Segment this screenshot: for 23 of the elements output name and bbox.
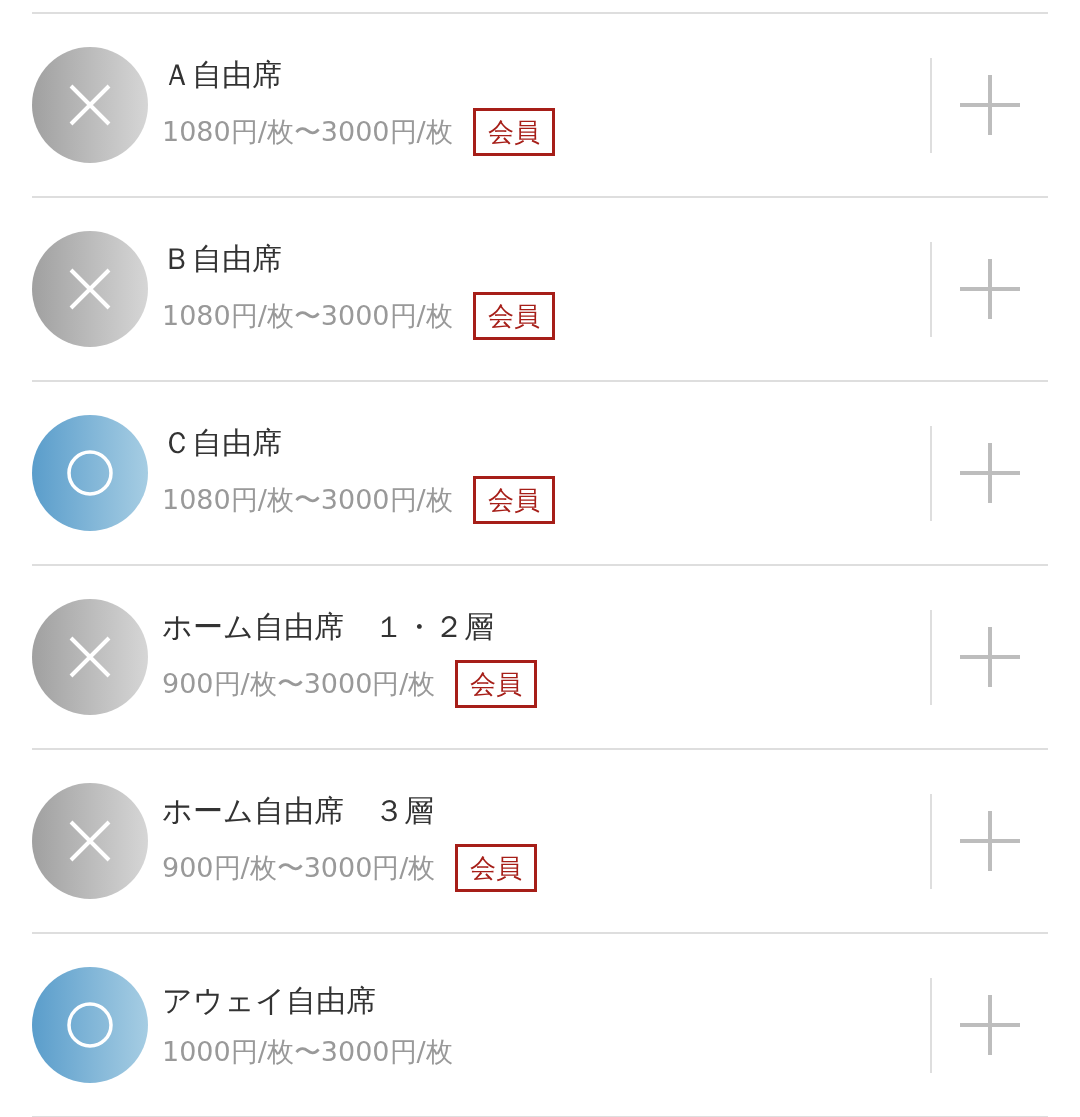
seat-title: Ａ自由席 [162,55,283,94]
member-badge: 会員 [472,291,555,340]
member-badge: 会員 [455,659,538,708]
member-badge: 会員 [472,107,555,156]
plus-icon[interactable] [960,443,1020,503]
plus-icon[interactable] [960,995,1020,1055]
seat-title: ホーム自由席 ３層 [162,791,435,830]
plus-icon[interactable] [960,627,1020,687]
price-range: 900円/枚〜3000円/枚 [162,850,436,885]
seat-title: Ｂ自由席 [162,239,283,278]
seat-title: Ｃ自由席 [162,423,283,462]
price-range: 900円/枚〜3000円/枚 [162,666,436,701]
price-range: 1080円/枚〜3000円/枚 [162,298,453,333]
plus-icon[interactable] [960,75,1020,135]
seat-title: アウェイ自由席 [162,981,377,1020]
plus-icon[interactable] [960,811,1020,871]
member-badge: 会員 [472,475,555,524]
member-badge: 会員 [455,843,538,892]
price-range: 1080円/枚〜3000円/枚 [162,114,453,149]
price-range: 1080円/枚〜3000円/枚 [162,482,453,517]
seat-title: ホーム自由席 １・２層 [162,607,495,646]
price-range: 1000円/枚〜3000円/枚 [162,1034,453,1069]
plus-icon[interactable] [960,259,1020,319]
